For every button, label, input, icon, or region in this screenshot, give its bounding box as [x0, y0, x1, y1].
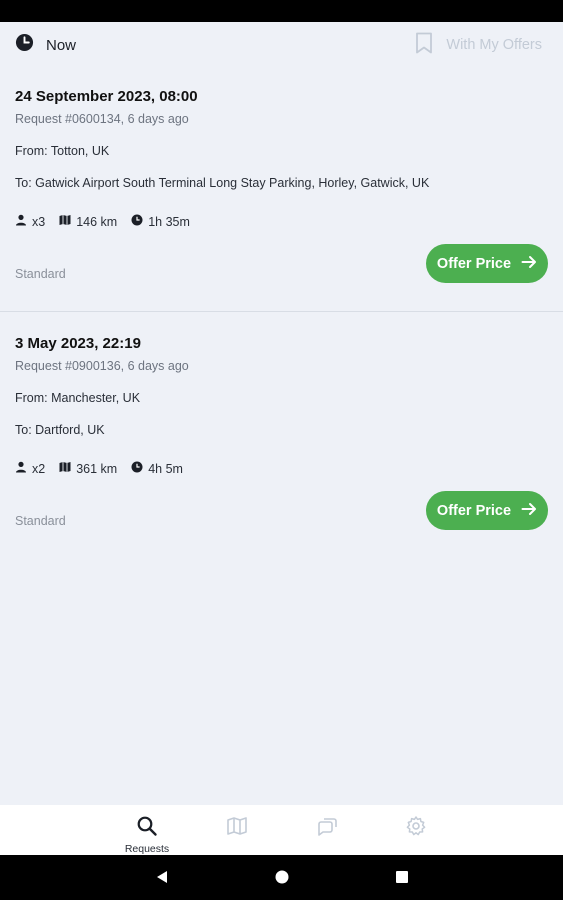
duration: 4h 5m	[131, 461, 183, 476]
pickup-location: From: Manchester, UK	[15, 391, 141, 405]
distance-value: 146 km	[76, 214, 118, 229]
bookmark-icon	[414, 32, 434, 59]
passengers: x3	[15, 214, 45, 229]
vehicle-category: Standard	[15, 267, 66, 281]
pickup-location: From: Totton, UK	[15, 144, 110, 158]
offer-price-button[interactable]: Offer Price	[426, 491, 548, 530]
person-icon	[15, 214, 32, 229]
map-icon	[59, 214, 76, 229]
offer-price-label: Offer Price	[436, 255, 512, 272]
passenger-count: x2	[32, 461, 46, 476]
dropoff-location: To: Dartford, UK	[15, 423, 105, 437]
nav-settings[interactable]	[386, 805, 446, 855]
app-content: Now With My Offers 24 September 2023, 08…	[0, 22, 563, 805]
offer-price-label: Offer Price	[436, 502, 512, 519]
gear-icon	[405, 805, 427, 842]
clock-icon	[131, 461, 148, 476]
back-icon[interactable]	[154, 869, 170, 890]
duration-value: 1h 35m	[148, 214, 190, 229]
distance: 146 km	[59, 214, 117, 229]
arrow-right-icon	[511, 501, 537, 521]
passengers: x2	[15, 461, 45, 476]
filter-row: Now With My Offers	[0, 22, 563, 68]
time-filter[interactable]: Now	[15, 33, 76, 57]
distance-value: 361 km	[76, 461, 118, 476]
request-card[interactable]: 24 September 2023, 08:00 Request #060013…	[0, 68, 563, 312]
recents-icon[interactable]	[394, 869, 410, 890]
home-icon[interactable]	[274, 869, 290, 890]
map-icon	[226, 805, 248, 842]
duration: 1h 35m	[131, 214, 190, 229]
status-bar	[0, 0, 563, 22]
trip-meta: x2 361 km 4h 5m	[15, 461, 197, 476]
person-icon	[15, 461, 32, 476]
search-icon	[136, 805, 158, 842]
request-date: 24 September 2023, 08:00	[15, 88, 198, 105]
nav-requests[interactable]: Requests	[117, 805, 177, 855]
request-info: Request #0900136, 6 days ago	[15, 359, 189, 373]
map-icon	[59, 461, 76, 476]
request-info: Request #0600134, 6 days ago	[15, 112, 189, 126]
dropoff-location: To: Gatwick Airport South Terminal Long …	[15, 176, 430, 190]
request-date: 3 May 2023, 22:19	[15, 335, 141, 352]
passenger-count: x3	[32, 214, 46, 229]
chat-icon	[316, 805, 338, 842]
request-card[interactable]: 3 May 2023, 22:19 Request #0900136, 6 da…	[0, 312, 563, 532]
bottom-navigation: Requests	[0, 805, 563, 855]
offer-price-button[interactable]: Offer Price	[426, 244, 548, 283]
vehicle-category: Standard	[15, 514, 66, 528]
distance: 361 km	[59, 461, 117, 476]
with-my-offers-toggle[interactable]: With My Offers	[414, 32, 548, 59]
nav-requests-label: Requests	[124, 843, 170, 855]
nav-chat[interactable]	[297, 805, 357, 855]
with-my-offers-label: With My Offers	[446, 37, 542, 53]
arrow-right-icon	[511, 254, 537, 274]
system-navigation-bar	[0, 855, 563, 900]
trip-meta: x3 146 km 1h 35m	[15, 214, 204, 229]
clock-icon	[15, 33, 34, 57]
duration-value: 4h 5m	[148, 461, 183, 476]
clock-icon	[131, 214, 148, 229]
time-filter-label: Now	[46, 36, 77, 54]
nav-map[interactable]	[207, 805, 267, 855]
